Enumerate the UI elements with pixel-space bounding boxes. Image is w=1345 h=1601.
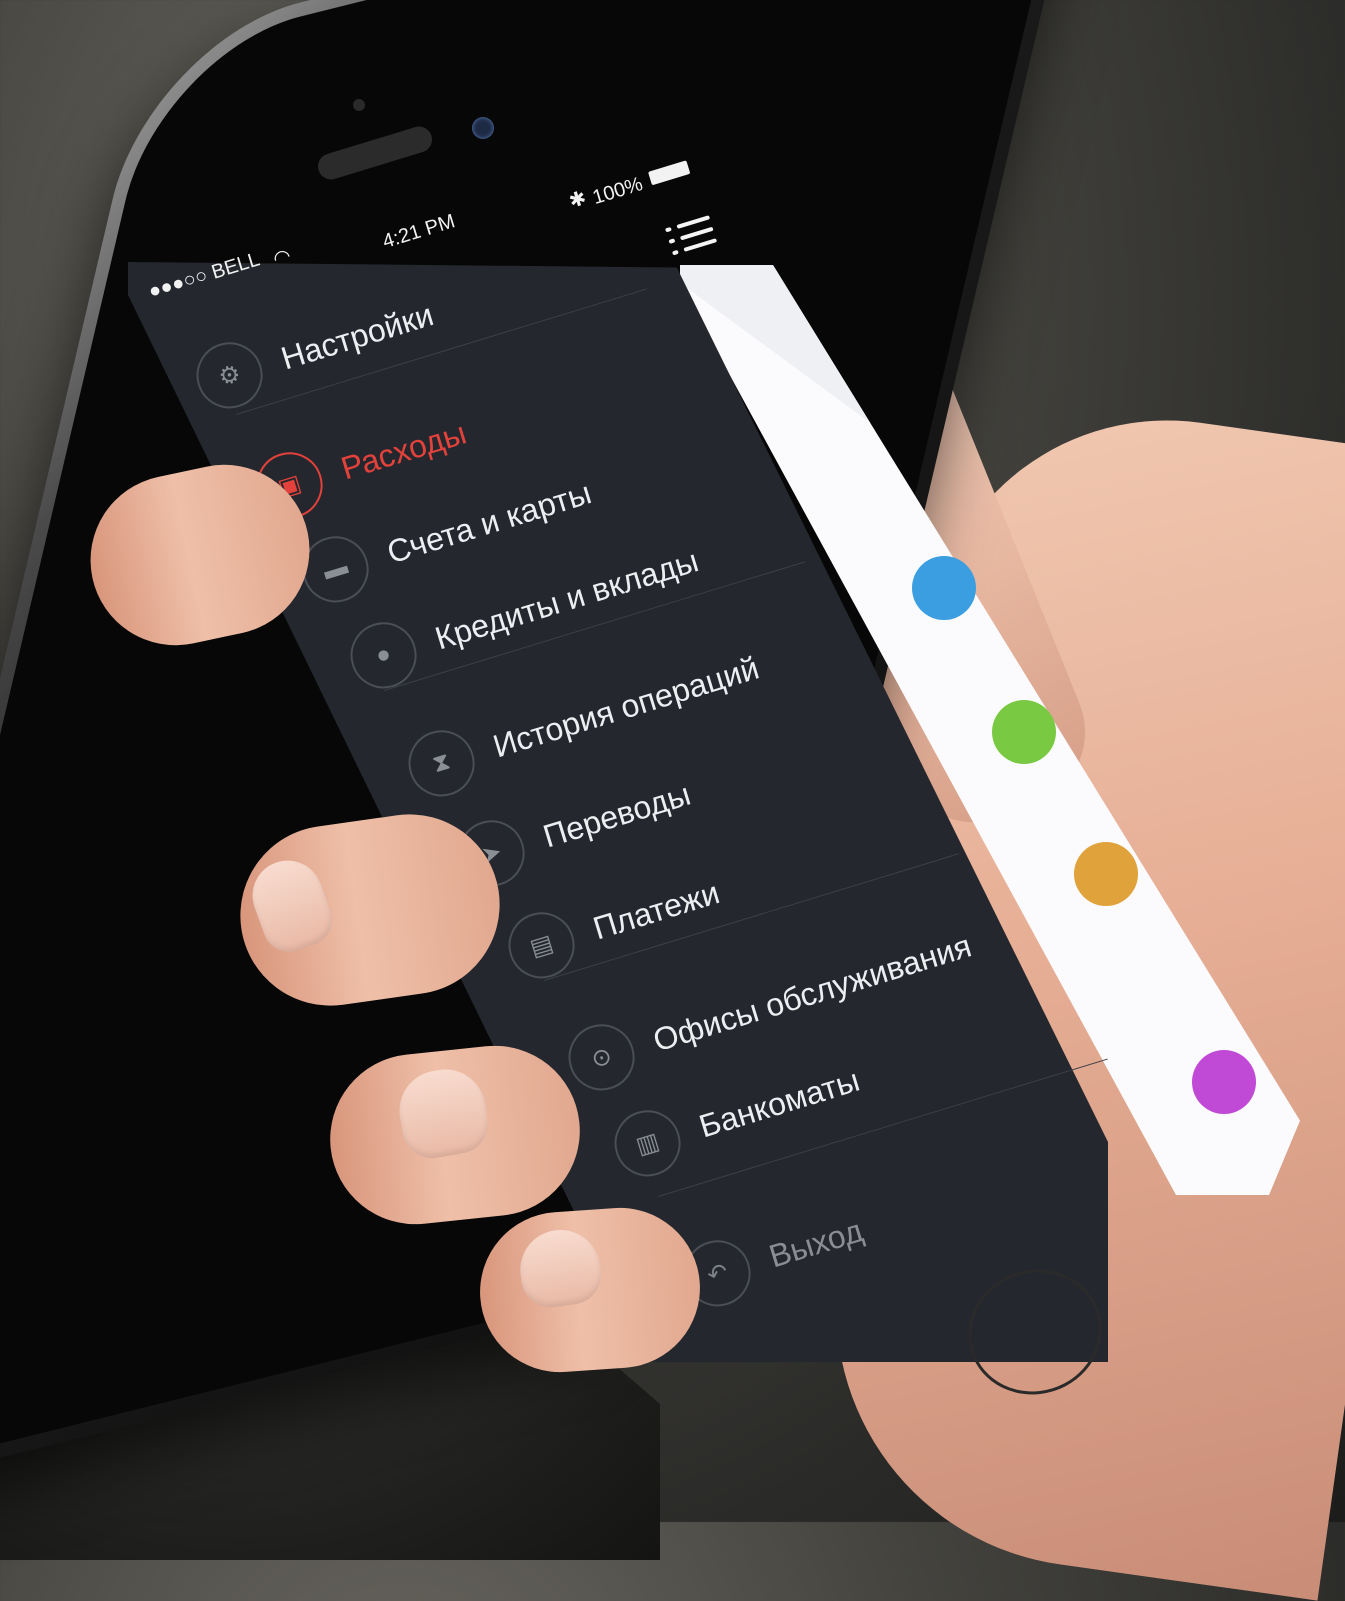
proximity-sensor [353,99,365,111]
category-badge-purple[interactable] [1192,1050,1256,1114]
category-badge-blue[interactable] [912,556,976,620]
category-badge-orange[interactable] [1074,842,1138,906]
menu-item-label: Выход [764,1211,867,1275]
front-camera [472,117,494,139]
category-badge-green[interactable] [992,700,1056,764]
